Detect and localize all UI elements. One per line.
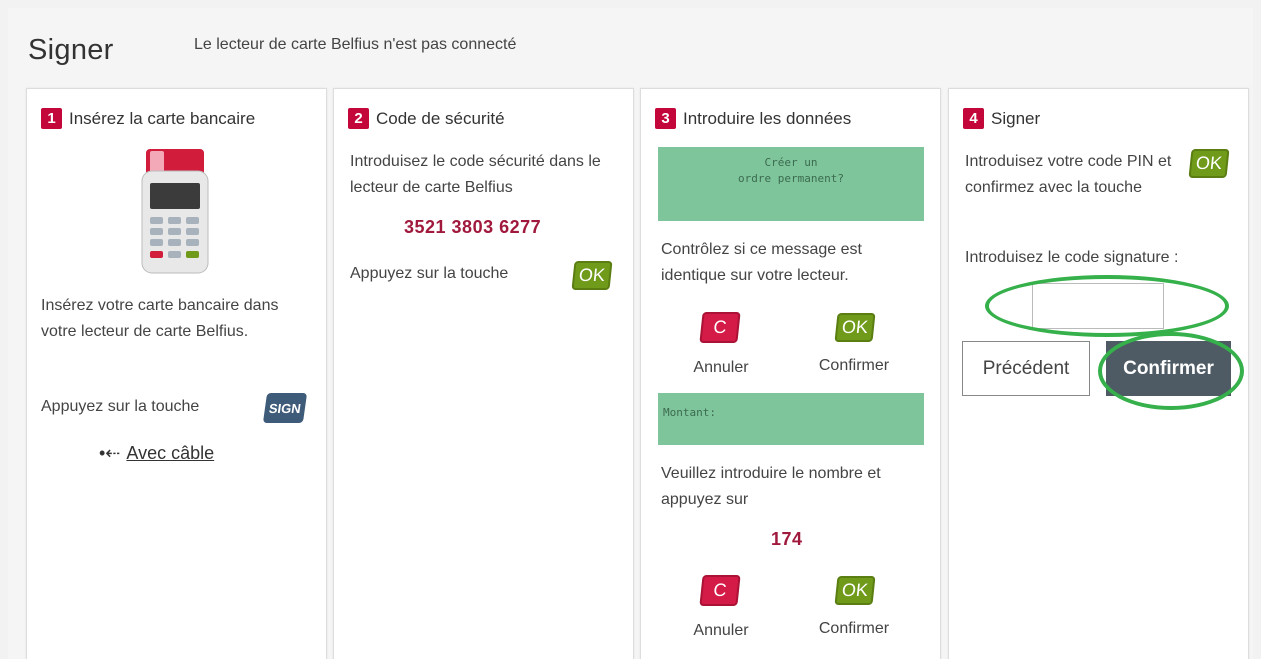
reader-display-1: Créer un ordre permanent? [658, 147, 924, 221]
c-key-icon: C [699, 312, 741, 343]
reader-display-2: Montant: [658, 393, 924, 445]
c-key-icon-2: C [699, 575, 741, 606]
step-3-header: 3 Introduire les données [655, 108, 851, 129]
step-3-title: Introduire les données [683, 108, 852, 128]
step-1-instructions: Insérez votre carte bancaire dans votre … [41, 297, 279, 340]
step-3-panel: 3 Introduire les données Créer un ordre … [640, 88, 941, 659]
step-1-header: 1 Insérez la carte bancaire [41, 108, 255, 129]
sign-key-icon: SIGN [262, 393, 308, 423]
step-3-check-text: Contrôlez si ce message est identique su… [661, 241, 862, 284]
reader-status: Le lecteur de carte Belfius n'est pas co… [194, 36, 517, 53]
sign-page: Signer Le lecteur de carte Belfius n'est… [8, 8, 1253, 659]
reader-display-1-line-1: Créer un [764, 156, 818, 169]
signature-code-input[interactable] [1032, 283, 1164, 329]
cancel-label-2: Annuler [693, 622, 749, 639]
step-2-press-text: Appuyez sur la touche [350, 265, 509, 282]
ok-key-icon: OK [571, 261, 613, 290]
usb-icon: •⇠ [99, 443, 121, 463]
usb-cable-link-label[interactable]: Avec câble [126, 443, 214, 464]
step-1-title: Insérez la carte bancaire [69, 108, 256, 128]
card-reader-icon [141, 149, 209, 274]
reader-display-2-text: Montant: [663, 406, 716, 419]
step-1-panel: 1 Insérez la carte bancaire Insérez votr… [26, 88, 327, 659]
step-3-number-text: Veuillez introduire le nombre et appuyez… [661, 465, 881, 508]
step-4-header: 4 Signer [963, 108, 1040, 129]
ok-key-icon: OK [834, 313, 876, 342]
security-code: 3521 3803 6277 [404, 217, 542, 237]
confirm-label-2: Confirmer [818, 620, 890, 637]
step-4-title: Signer [991, 108, 1041, 128]
ok-key-icon: OK [1188, 149, 1230, 178]
number-value: 174 [771, 529, 803, 549]
step-2-number: 2 [348, 108, 369, 129]
step-3-number: 3 [655, 108, 676, 129]
previous-button[interactable]: Précédent [962, 341, 1090, 396]
step-1-number: 1 [41, 108, 62, 129]
confirm-label: Confirmer [818, 357, 890, 374]
step-2-header: 2 Code de sécurité [348, 108, 505, 129]
step-4-panel: 4 Signer Introduisez votre code PIN et c… [948, 88, 1249, 659]
signature-label: Introduisez le code signature : [965, 249, 1179, 266]
page-title: Signer [28, 34, 114, 66]
step-1-press-text: Appuyez sur la touche [41, 398, 200, 415]
confirm-button[interactable]: Confirmer [1106, 341, 1231, 396]
ok-key-icon-2: OK [834, 576, 876, 605]
step-2-instructions: Introduisez le code sécurité dans le lec… [350, 153, 601, 196]
reader-display-1-line-2: ordre permanent? [738, 172, 844, 185]
step-2-panel: 2 Code de sécurité Introduisez le code s… [333, 88, 634, 659]
step-4-instructions: Introduisez votre code PIN et confirmez … [965, 153, 1172, 196]
step-2-title: Code de sécurité [376, 108, 505, 128]
usb-cable-link[interactable]: •⇠ Avec câble [99, 443, 214, 464]
step-4-number: 4 [963, 108, 984, 129]
cancel-label: Annuler [693, 359, 749, 376]
